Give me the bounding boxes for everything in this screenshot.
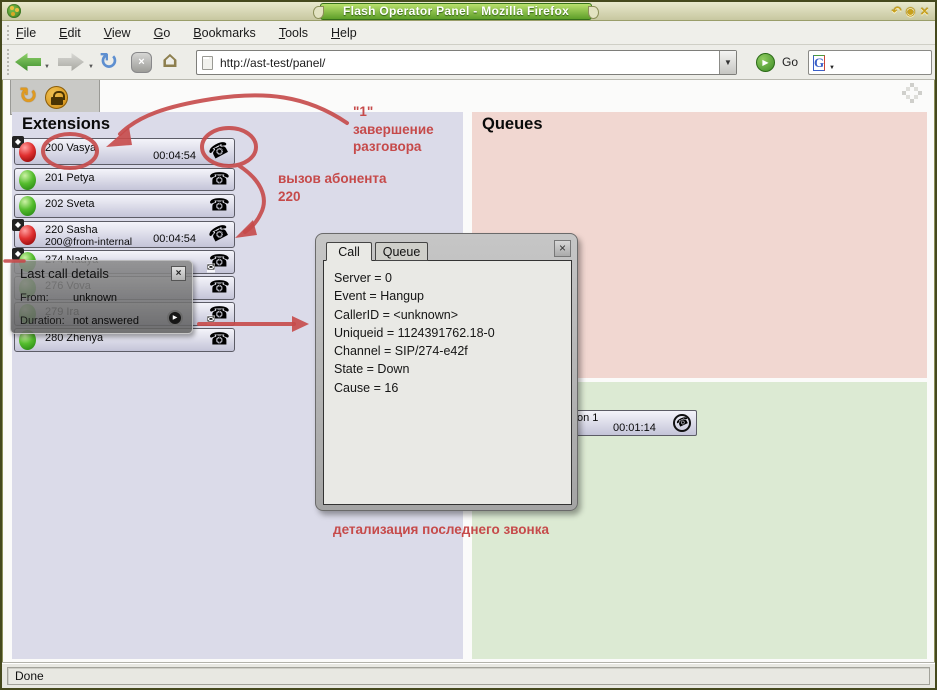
- queue-timer: 00:01:14: [613, 422, 656, 434]
- extension-row-200[interactable]: ◆ 200 Vasya 00:04:54 ☎: [12, 136, 235, 165]
- search-bar[interactable]: G ▼: [808, 50, 935, 75]
- extension-row-220[interactable]: ◆ 220 Sasha 200@from-internal 00:04:54 ☎: [12, 219, 235, 248]
- tab-queue[interactable]: Queue: [375, 242, 428, 261]
- event-line: Channel = SIP/274-e42f: [334, 344, 468, 359]
- window-title: Flash Operator Panel - Mozilla Firefox: [313, 3, 599, 20]
- event-line: Event = Hangup: [334, 289, 424, 304]
- back-icon[interactable]: [15, 53, 41, 71]
- url-input[interactable]: [218, 54, 719, 71]
- menu-bookmarks[interactable]: Bookmarks: [193, 26, 256, 40]
- duration-value: not answered: [73, 315, 140, 327]
- extensions-title: Extensions: [22, 115, 111, 133]
- extension-row-202[interactable]: 202 Sveta ☎: [14, 194, 235, 218]
- search-engine-dropdown-icon[interactable]: ▼: [829, 65, 835, 71]
- forward-icon[interactable]: [58, 53, 84, 71]
- phone-idle-icon[interactable]: ☎: [209, 171, 230, 188]
- fop-toolbar: ↻: [10, 80, 100, 115]
- window-menu-icon[interactable]: [7, 4, 21, 18]
- menu-edit[interactable]: Edit: [59, 26, 81, 40]
- go-icon[interactable]: ▶: [756, 53, 775, 72]
- dialog-close-icon[interactable]: ×: [554, 240, 571, 257]
- tooltip-close-icon[interactable]: ×: [171, 266, 186, 281]
- duration-label: Duration:: [20, 315, 65, 327]
- url-dropdown-icon[interactable]: ▼: [719, 51, 736, 74]
- phone-idle-icon[interactable]: ☎: [209, 331, 230, 349]
- extension-name: 200 Vasya: [45, 142, 97, 154]
- event-line: Server = 0: [334, 271, 393, 285]
- titlebar: Flash Operator Panel - Mozilla Firefox ↶…: [2, 2, 935, 21]
- browser-window: Flash Operator Panel - Mozilla Firefox ↶…: [0, 0, 937, 690]
- event-line: State = Down: [334, 362, 410, 377]
- refresh-icon[interactable]: ↻: [19, 85, 37, 109]
- ringing-phone-icon[interactable]: ☎: [673, 414, 691, 432]
- search-input[interactable]: [833, 54, 935, 71]
- extension-name: 201 Petya: [45, 172, 95, 184]
- tab-call[interactable]: Call: [326, 242, 372, 261]
- menu-view[interactable]: View: [104, 26, 131, 40]
- queue-member-label: on 1: [577, 412, 599, 424]
- play-recording-icon[interactable]: ▶: [167, 310, 183, 326]
- status-text: Done: [7, 667, 930, 685]
- home-icon[interactable]: ⌂: [162, 47, 178, 75]
- reload-icon[interactable]: ↻: [99, 48, 118, 76]
- extension-row-201[interactable]: 201 Petya ☎: [14, 168, 235, 191]
- menu-tools[interactable]: Tools: [279, 26, 308, 40]
- maximize-button[interactable]: ◉: [904, 4, 917, 18]
- toolbar-grip[interactable]: [7, 49, 10, 75]
- from-value: unknown: [73, 292, 118, 304]
- from-label: From:: [20, 292, 49, 304]
- queues-title: Queues: [482, 115, 543, 133]
- phone-offhook-icon[interactable]: ☎: [205, 219, 233, 247]
- status-bar: Done: [2, 663, 935, 688]
- call-timer: 00:04:54: [153, 150, 196, 162]
- phone-idle-icon[interactable]: ☎: [209, 279, 230, 297]
- extension-callerid: 200@from-internal: [45, 236, 133, 248]
- forward-dropdown-icon[interactable]: ▼: [88, 64, 94, 70]
- menu-help[interactable]: Help: [331, 26, 357, 40]
- status-led-busy: [19, 141, 36, 162]
- google-logo-icon[interactable]: G: [813, 54, 826, 71]
- menu-bar: File Edit View Go Bookmarks Tools Help: [2, 21, 935, 45]
- envelope-icon: ✉: [206, 314, 216, 326]
- envelope-icon: ✉: [206, 262, 216, 274]
- phone-voicemail-icon[interactable]: ☎ ✉: [206, 253, 230, 274]
- call-timer: 00:04:54: [153, 233, 196, 245]
- phone-voicemail-icon[interactable]: ☎ ✉: [206, 305, 230, 326]
- menu-go[interactable]: Go: [154, 26, 171, 40]
- toolbar-grip[interactable]: [7, 25, 10, 40]
- event-line: CallerID = <unknown>: [334, 307, 459, 322]
- phone-idle-icon[interactable]: ☎: [209, 197, 230, 215]
- lock-icon[interactable]: [45, 85, 69, 109]
- event-line: Cause = 16: [334, 380, 399, 395]
- menu-file[interactable]: File: [16, 26, 36, 40]
- address-bar[interactable]: ▼: [196, 50, 737, 75]
- status-led-idle: [19, 196, 36, 216]
- status-led-idle: [19, 169, 36, 190]
- stop-icon[interactable]: ×: [131, 52, 152, 73]
- last-call-details-tooltip: Last call details × From: unknown Durati…: [10, 260, 193, 334]
- extension-name: 220 Sasha: [45, 224, 98, 236]
- extension-name: 202 Sveta: [45, 198, 95, 210]
- loading-dots-icon: [899, 83, 925, 109]
- tooltip-title: Last call details: [20, 266, 109, 281]
- status-led-busy: [19, 224, 36, 245]
- navigation-toolbar: ▼ ▼ ↻ × ⌂ ▼ ▶ Go G ▼: [2, 45, 935, 80]
- close-button[interactable]: ×: [918, 4, 931, 18]
- phone-offhook-icon[interactable]: ☎: [205, 136, 233, 164]
- minimize-button[interactable]: ↶: [890, 4, 903, 18]
- page-icon: [202, 55, 213, 70]
- event-line: Uniqueid = 1124391762.18-0: [334, 325, 495, 340]
- event-dialog: Call Queue × Server = 0 Event = Hangup C…: [315, 233, 578, 511]
- go-button[interactable]: Go: [782, 55, 798, 69]
- back-dropdown-icon[interactable]: ▼: [44, 64, 50, 70]
- dialog-content: Server = 0 Event = Hangup CallerID = <un…: [323, 260, 572, 505]
